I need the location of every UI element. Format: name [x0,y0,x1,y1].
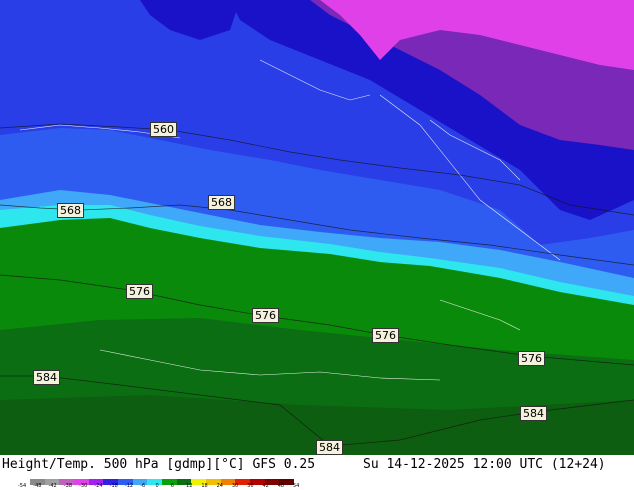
legend-tick-label: -42 [48,483,57,489]
legend-tick-label: -24 [94,483,103,489]
contour-label-576: 576 [518,351,545,366]
legend-tick-label: -12 [124,483,134,489]
legend-tick-label: 0 [155,483,159,489]
contour-label-584: 584 [33,370,60,385]
legend-tick-label: 42 [262,483,269,489]
temperature-field [0,0,634,455]
contour-label-584: 584 [520,406,547,421]
legend-tick-label: 30 [231,483,239,489]
contour-label-576: 576 [252,308,279,323]
contour-label-568: 568 [208,195,235,210]
legend-tick-label: -48 [33,483,42,489]
contour-label-568: 568 [57,203,84,218]
contour-label-576: 576 [372,328,399,343]
legend-tick-label: -30 [79,483,88,489]
legend-tick-label: -18 [109,483,118,489]
legend-tick-label: 36 [247,483,254,489]
legend-tick-label: -38 [63,483,72,489]
legend-tick-label: 18 [201,483,208,489]
map-title: Height/Temp. 500 hPa [gdmp][°C] GFS 0.25 [2,457,316,472]
legend-tick-label: 54 [293,483,300,489]
contour-label-576: 576 [126,284,153,299]
color-legend-ticks: -54 -48 -42 -38 -30 -24 -18 -12 -6 0 6 12 18 24 30 36 42… [18,483,308,490]
weather-map: 560 568 568 576 576 576 576 584 584 584 [0,0,634,455]
contour-label-560: 560 [150,122,177,137]
forecast-datetime: Su 14-12-2025 12:00 UTC (12+24) [363,457,606,472]
legend-tick-label: -54 [18,483,27,489]
legend-tick-label: 12 [186,483,193,489]
legend-tick-label: -6 [140,483,146,489]
legend-tick-label: 24 [216,483,223,489]
legend-tick-label: 48 [277,483,285,489]
legend-tick-label: 6 [170,483,174,489]
contour-label-584: 584 [316,440,343,455]
